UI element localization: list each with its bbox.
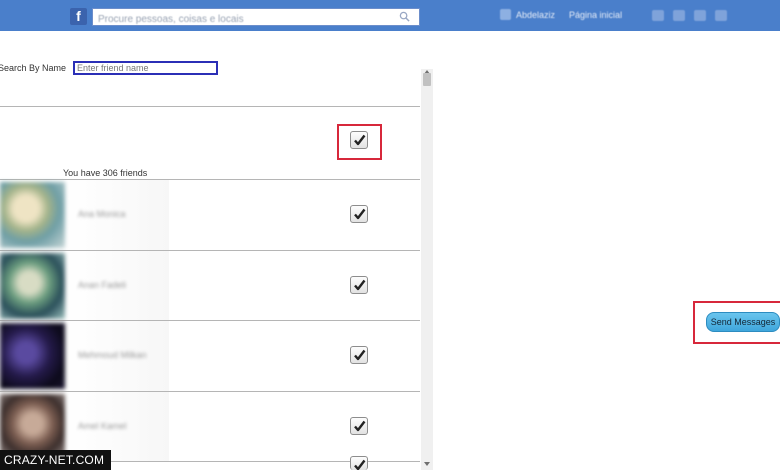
site-watermark: CRAZY-NET.COM bbox=[0, 450, 111, 470]
checkmark-icon bbox=[354, 279, 366, 291]
friend-requests-icon[interactable] bbox=[652, 10, 664, 21]
select-all-checkbox[interactable] bbox=[350, 131, 368, 149]
home-link[interactable]: Página inicial bbox=[569, 10, 622, 20]
messages-icon[interactable] bbox=[673, 10, 685, 21]
search-by-name-label: Search By Name bbox=[0, 63, 67, 73]
friend-checkbox[interactable] bbox=[350, 346, 368, 364]
friend-avatar bbox=[0, 253, 65, 319]
friend-row[interactable]: Mehmoud Milkan bbox=[0, 321, 420, 391]
friend-list-scrollbar[interactable] bbox=[421, 69, 433, 470]
notifications-icon[interactable] bbox=[694, 10, 706, 21]
friend-name: Amel Kamel bbox=[78, 421, 127, 431]
profile-link[interactable]: Abdelaziz bbox=[500, 9, 555, 20]
list-divider bbox=[0, 106, 420, 107]
friend-name: Mehmoud Milkan bbox=[78, 350, 147, 360]
checkmark-icon bbox=[354, 208, 366, 220]
friend-checkbox[interactable] bbox=[350, 276, 368, 294]
friend-avatar bbox=[0, 182, 65, 248]
friends-count-text: You have 306 friends bbox=[63, 168, 148, 178]
friend-row[interactable]: Ana Monica bbox=[0, 180, 420, 250]
friend-name: Ana Monica bbox=[78, 209, 126, 219]
search-icon[interactable] bbox=[399, 11, 410, 22]
top-navigation-bar: f Abdelaziz Página inicial bbox=[0, 0, 780, 31]
friend-name: Anan Fadeli bbox=[78, 280, 127, 290]
checkmark-icon bbox=[354, 349, 366, 361]
profile-name: Abdelaziz bbox=[516, 9, 556, 20]
checkmark-icon bbox=[354, 459, 366, 470]
top-icon-group bbox=[652, 10, 727, 21]
friend-checkbox[interactable] bbox=[350, 205, 368, 223]
settings-icon[interactable] bbox=[715, 10, 727, 21]
checkmark-icon bbox=[354, 420, 366, 432]
send-messages-button[interactable]: Send Messages bbox=[706, 312, 780, 332]
friend-avatar bbox=[0, 323, 65, 389]
friend-checkbox[interactable] bbox=[350, 417, 368, 435]
checkmark-icon bbox=[354, 134, 366, 146]
friend-name-input[interactable] bbox=[73, 61, 218, 75]
global-search-box[interactable] bbox=[92, 8, 420, 28]
friend-search-row: Search By Name bbox=[0, 61, 218, 75]
global-search-input[interactable] bbox=[93, 11, 393, 28]
profile-avatar-icon bbox=[500, 9, 511, 20]
friend-checkbox[interactable] bbox=[350, 456, 368, 470]
facebook-logo-icon[interactable]: f bbox=[70, 8, 87, 25]
scroll-thumb[interactable] bbox=[423, 73, 431, 86]
top-right-links: Abdelaziz Página inicial bbox=[500, 9, 622, 20]
friend-row[interactable]: Anan Fadeli bbox=[0, 251, 420, 321]
scroll-down-arrow-icon[interactable] bbox=[424, 462, 430, 466]
friends-panel: Search By Name You have 306 friends Ana … bbox=[0, 31, 433, 470]
